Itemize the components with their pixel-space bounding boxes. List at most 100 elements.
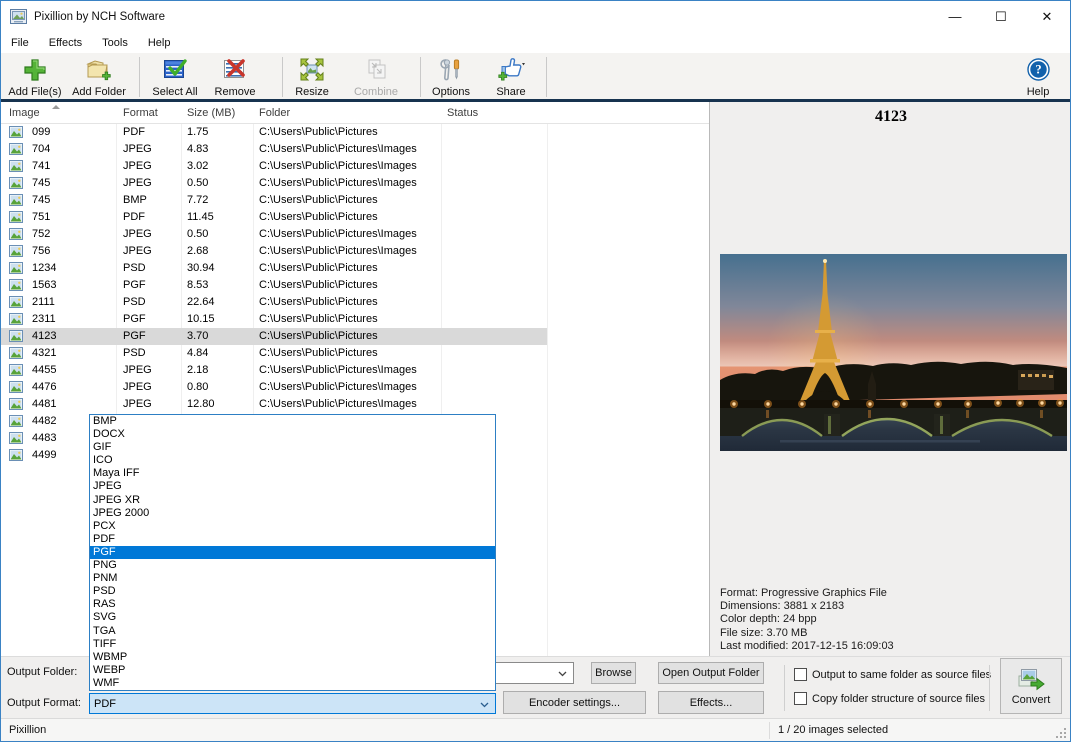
add-files-button[interactable]: Add File(s) — [5, 55, 65, 98]
open-output-folder-button[interactable]: Open Output Folder — [658, 662, 764, 684]
format-option[interactable]: Maya IFF — [90, 467, 495, 480]
format-option[interactable]: BMP — [90, 415, 495, 428]
format-option[interactable]: PNM — [90, 572, 495, 585]
preview-info-line: Color depth: 24 bpp — [720, 613, 894, 626]
status-app-name: Pixillion — [9, 724, 46, 736]
format-option[interactable]: ICO — [90, 454, 495, 467]
close-button[interactable]: ✕ — [1024, 1, 1070, 32]
add-folder-button[interactable]: Add Folder — [67, 55, 131, 98]
file-row[interactable]: 2111 PSD 22.64 C:\Users\Public\Pictures — [1, 294, 547, 311]
select-all-button[interactable]: Select All — [147, 55, 203, 98]
combine-button[interactable]: Combine — [348, 55, 404, 98]
format-option[interactable]: RAS — [90, 598, 495, 611]
image-file-icon — [9, 126, 23, 138]
file-row[interactable]: 1563 PGF 8.53 C:\Users\Public\Pictures — [1, 277, 547, 294]
file-row[interactable]: 4321 PSD 4.84 C:\Users\Public\Pictures — [1, 345, 547, 362]
menu-item[interactable]: Effects — [39, 34, 92, 52]
file-row[interactable]: 099 PDF 1.75 C:\Users\Public\Pictures — [1, 124, 547, 141]
image-file-icon — [9, 279, 23, 291]
format-option[interactable]: JPEG 2000 — [90, 507, 495, 520]
share-thumbs-up-icon — [496, 56, 526, 83]
file-row[interactable]: 752 JPEG 0.50 C:\Users\Public\Pictures\I… — [1, 226, 547, 243]
file-row[interactable]: 4455 JPEG 2.18 C:\Users\Public\Pictures\… — [1, 362, 547, 379]
format-option[interactable]: JPEG — [90, 480, 495, 493]
toolbar-separator — [282, 57, 283, 97]
resize-icon — [299, 56, 325, 83]
format-option[interactable]: WBMP — [90, 651, 495, 664]
same-folder-checkbox[interactable] — [794, 668, 807, 681]
minimize-button[interactable]: — — [932, 1, 978, 32]
image-file-icon — [9, 313, 23, 325]
preview-title: 4123 — [710, 108, 1071, 126]
menu-item[interactable]: Help — [138, 34, 181, 52]
combine-icon — [363, 56, 389, 83]
help-question-icon: ? — [1027, 56, 1050, 83]
file-row[interactable]: 704 JPEG 4.83 C:\Users\Public\Pictures\I… — [1, 141, 547, 158]
resize-grip[interactable] — [1056, 728, 1067, 739]
help-button[interactable]: ? Help — [1015, 55, 1061, 98]
image-file-icon — [9, 245, 23, 257]
image-file-icon — [9, 449, 23, 461]
options-button[interactable]: Options — [427, 55, 475, 98]
image-file-icon — [9, 415, 23, 427]
column-header-image[interactable]: Image — [9, 107, 40, 119]
chevron-down-icon — [558, 671, 567, 677]
format-option[interactable]: PSD — [90, 585, 495, 598]
menu-item[interactable]: File — [1, 34, 39, 52]
effects-button[interactable]: Effects... — [658, 691, 764, 714]
image-file-icon — [9, 364, 23, 376]
file-row[interactable]: 745 BMP 7.72 C:\Users\Public\Pictures — [1, 192, 547, 209]
file-row[interactable]: 745 JPEG 0.50 C:\Users\Public\Pictures\I… — [1, 175, 547, 192]
encoder-settings-button[interactable]: Encoder settings... — [503, 691, 646, 714]
output-format-combo[interactable]: PDF — [89, 693, 496, 714]
column-header-status[interactable]: Status — [447, 107, 478, 119]
browse-button[interactable]: Browse — [591, 662, 636, 684]
file-row[interactable]: 751 PDF 11.45 C:\Users\Public\Pictures — [1, 209, 547, 226]
preview-panel: 4123 — [709, 102, 1071, 656]
panel-separator — [784, 665, 785, 711]
format-option[interactable]: WMF — [90, 677, 495, 690]
format-option[interactable]: SVG — [90, 611, 495, 624]
column-header-folder[interactable]: Folder — [259, 107, 290, 119]
output-folder-label: Output Folder: — [7, 666, 77, 678]
file-row[interactable]: 4481 JPEG 12.80 C:\Users\Public\Pictures… — [1, 396, 547, 413]
preview-info: Format: Progressive Graphics File Dimens… — [720, 587, 894, 653]
remove-button[interactable]: Remove — [207, 55, 263, 98]
menu-bar: File Effects Tools Help — [1, 32, 1070, 53]
toolbar-separator — [420, 57, 421, 97]
file-row[interactable]: 4123 PGF 3.70 C:\Users\Public\Pictures — [1, 328, 547, 345]
maximize-button[interactable]: ☐ — [978, 1, 1024, 32]
format-option[interactable]: PCX — [90, 520, 495, 533]
copy-structure-checkbox[interactable] — [794, 692, 807, 705]
column-header-format[interactable]: Format — [123, 107, 158, 119]
file-row[interactable]: 1234 PSD 30.94 C:\Users\Public\Pictures — [1, 260, 547, 277]
format-option[interactable]: PGF — [90, 546, 495, 559]
menu-item[interactable]: Tools — [92, 34, 138, 52]
panel-separator — [989, 665, 990, 711]
format-option[interactable]: TGA — [90, 625, 495, 638]
share-button[interactable]: Share — [487, 55, 535, 98]
pixillion-window: Pixillion by NCH Software — ☐ ✕ File Eff… — [0, 0, 1071, 742]
file-row[interactable]: 4476 JPEG 0.80 C:\Users\Public\Pictures\… — [1, 379, 547, 396]
format-option[interactable]: DOCX — [90, 428, 495, 441]
file-row[interactable]: 756 JPEG 2.68 C:\Users\Public\Pictures\I… — [1, 243, 547, 260]
image-file-icon — [9, 160, 23, 172]
format-option[interactable]: PNG — [90, 559, 495, 572]
format-option[interactable]: PDF — [90, 533, 495, 546]
format-option[interactable]: WEBP — [90, 664, 495, 677]
format-option[interactable]: JPEG XR — [90, 494, 495, 507]
same-folder-checkbox-label: Output to same folder as source files — [812, 669, 991, 681]
image-file-icon — [9, 177, 23, 189]
preview-info-line: File size: 3.70 MB — [720, 627, 894, 640]
toolbar-separator — [139, 57, 140, 97]
file-row[interactable]: 2311 PGF 10.15 C:\Users\Public\Pictures — [1, 311, 547, 328]
format-option[interactable]: TIFF — [90, 638, 495, 651]
convert-button[interactable]: Convert — [1000, 658, 1062, 714]
resize-button[interactable]: Resize — [287, 55, 337, 98]
file-row[interactable]: 741 JPEG 3.02 C:\Users\Public\Pictures\I… — [1, 158, 547, 175]
title-bar: Pixillion by NCH Software — ☐ ✕ — [1, 1, 1070, 32]
format-option[interactable]: GIF — [90, 441, 495, 454]
column-header-size[interactable]: Size (MB) — [187, 107, 235, 119]
status-separator — [769, 722, 770, 739]
svg-text:?: ? — [1035, 63, 1041, 77]
